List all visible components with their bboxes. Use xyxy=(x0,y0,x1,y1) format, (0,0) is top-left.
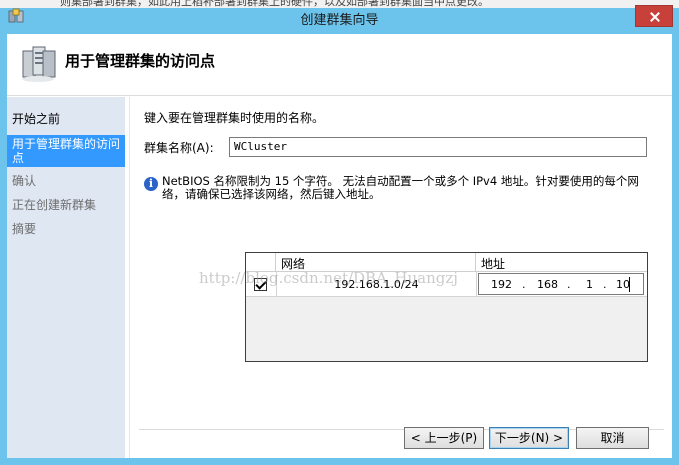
cancel-button[interactable]: 取消 xyxy=(576,427,649,449)
nav-step-summary: 摘要 xyxy=(12,222,37,236)
nav-step-access-point[interactable]: 用于管理群集的访问点 xyxy=(7,135,125,167)
close-button[interactable] xyxy=(635,5,673,27)
cell-divider xyxy=(476,272,477,297)
ip-dot: . xyxy=(603,278,607,291)
grid-header-check xyxy=(246,253,276,272)
ip-octet-1[interactable]: 192 xyxy=(491,278,512,291)
instruction-text: 键入要在管理群集时使用的名称。 xyxy=(144,111,325,125)
nav-step-creating: 正在创建新群集 xyxy=(12,198,97,212)
previous-button[interactable]: < 上一步(P) xyxy=(404,427,484,449)
window-title: 创建群集向导 xyxy=(300,13,379,28)
ip-octet-3[interactable]: 1 xyxy=(586,278,593,291)
ip-dot: . xyxy=(522,278,526,291)
nav-step-before-you-begin[interactable]: 开始之前 xyxy=(12,112,124,126)
ip-octet-2[interactable]: 168 xyxy=(537,278,558,291)
wizard-window: 则集部署到群集，如此用上稻补部署到群集上的硬件，以及如部署到群集面当中点更改。 … xyxy=(0,0,679,465)
info-icon: i xyxy=(144,177,158,191)
ip-address-input[interactable]: 192 . 168 . 1 . 10 xyxy=(478,273,644,295)
next-button[interactable]: 下一步(N) > xyxy=(489,427,569,449)
wizard-client-area: 用于管理群集的访问点 开始之前 用于管理群集的访问点 确认 正在创建新群集 摘要… xyxy=(7,34,672,458)
nav-step-confirm: 确认 xyxy=(12,174,37,188)
cluster-name-label: 群集名称(A): xyxy=(144,141,214,155)
grid-header-network[interactable]: 网络 xyxy=(276,253,476,272)
network-address-grid: 网络 地址 192.168.1.0/24 192 . 168 . 1 . 10 xyxy=(245,252,648,362)
wizard-step-nav: 开始之前 用于管理群集的访问点 确认 正在创建新群集 摘要 xyxy=(7,97,125,458)
info-text: NetBIOS 名称限制为 15 个字符。 无法自动配置一个或多个 IPv4 地… xyxy=(162,174,639,201)
ip-octet-4[interactable]: 10 xyxy=(616,278,630,291)
network-checkbox[interactable] xyxy=(254,278,267,291)
wizard-content: 键入要在管理群集时使用的名称。 群集名称(A): WCluster i NetB… xyxy=(129,97,672,458)
page-title: 用于管理群集的访问点 xyxy=(65,52,216,70)
server-cluster-icon xyxy=(22,46,56,82)
table-row: 192.168.1.0/24 192 . 168 . 1 . 10 xyxy=(246,272,647,297)
content-separator xyxy=(129,97,130,458)
title-bar[interactable]: 创建群集向导 xyxy=(0,0,679,34)
cluster-name-input[interactable]: WCluster xyxy=(229,137,647,157)
ip-dot: . xyxy=(567,278,571,291)
wizard-header: 用于管理群集的访问点 xyxy=(7,34,672,96)
text-caret xyxy=(629,277,630,292)
network-value: 192.168.1.0/24 xyxy=(334,278,419,291)
grid-header-address[interactable]: 地址 xyxy=(476,253,647,272)
